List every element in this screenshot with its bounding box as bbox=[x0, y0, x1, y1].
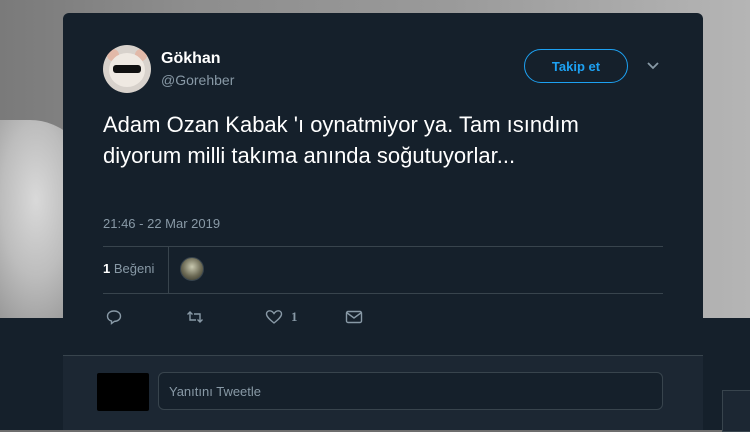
author-handle[interactable]: @Gorehber bbox=[161, 72, 234, 88]
reply-input[interactable]: Yanıtını Tweetle bbox=[158, 372, 663, 410]
envelope-icon bbox=[345, 310, 363, 324]
tweet-card: Gökhan @Gorehber Takip et Adam Ozan Kaba… bbox=[63, 13, 703, 430]
chevron-down-icon[interactable] bbox=[646, 59, 660, 73]
likes-count: 1 bbox=[103, 261, 111, 276]
likes-stat[interactable]: 1 Beğeni bbox=[103, 261, 154, 276]
retweet-icon bbox=[187, 311, 203, 323]
author-avatar[interactable] bbox=[103, 45, 151, 93]
follow-button[interactable]: Takip et bbox=[524, 49, 628, 83]
message-button[interactable] bbox=[345, 307, 363, 327]
like-count: 1 bbox=[291, 309, 298, 324]
tweet-timestamp[interactable]: 21:46 - 22 Mar 2019 bbox=[103, 216, 220, 231]
avatar-sunglasses bbox=[113, 65, 141, 73]
liker-avatar[interactable] bbox=[180, 257, 204, 281]
likes-separator bbox=[168, 247, 169, 293]
tweet-text: Adam Ozan Kabak 'ı oynatmiyor ya. Tam ıs… bbox=[103, 112, 579, 168]
reply-button[interactable] bbox=[106, 307, 122, 327]
reply-composer: Yanıtını Tweetle bbox=[63, 355, 703, 430]
heart-icon bbox=[265, 310, 283, 324]
likes-label: Beğeni bbox=[113, 261, 155, 276]
current-user-avatar bbox=[97, 373, 149, 411]
author-name[interactable]: Gökhan bbox=[161, 50, 221, 68]
reply-placeholder: Yanıtını Tweetle bbox=[169, 383, 262, 399]
reply-icon bbox=[106, 310, 122, 325]
retweet-button[interactable] bbox=[186, 307, 204, 327]
page-corner-element bbox=[722, 390, 750, 432]
divider bbox=[103, 246, 663, 247]
like-button[interactable]: 1 bbox=[265, 307, 298, 327]
divider bbox=[103, 293, 663, 294]
